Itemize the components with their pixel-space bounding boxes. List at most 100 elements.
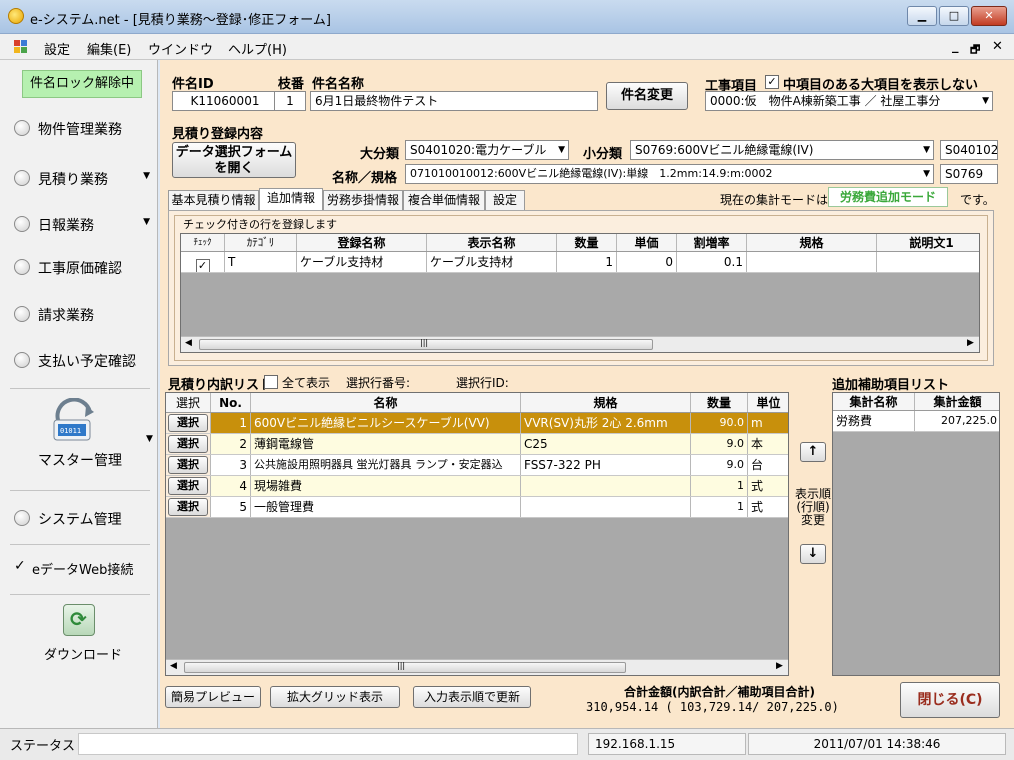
rename-button[interactable]: 件名変更 bbox=[606, 82, 688, 110]
table-row[interactable]: 選択 5 一般管理費 1 式 bbox=[166, 497, 788, 518]
order-label-line: 変更 bbox=[800, 513, 825, 527]
no-cell: 3 bbox=[211, 455, 251, 475]
table-row[interactable]: ✓ T ケーブル支持材 ケーブル支持材 1 0 0.1 bbox=[181, 252, 979, 273]
sidebar-item-label: マスター管理 bbox=[38, 453, 122, 469]
sidebar-item-master[interactable]: 01011 マスター管理 ▼ bbox=[0, 394, 158, 474]
major-category-combo[interactable]: S0401020:電力ケーブル ▼ bbox=[405, 140, 569, 160]
unit-cell: 式 bbox=[748, 497, 788, 517]
table-row[interactable]: 選択 2 薄鋼電線管 C25 9.0 本 bbox=[166, 434, 788, 455]
mdi-close-button[interactable]: ✕ bbox=[992, 39, 1003, 54]
preview-button[interactable]: 簡易プレビュー bbox=[165, 686, 261, 708]
table-row[interactable]: 選択 1 600Vビニル絶縁ビニルシースケーブル(VV) VVR(SV)丸形 2… bbox=[166, 413, 788, 434]
download-sync-icon: ⟳ bbox=[63, 604, 95, 636]
scroll-left-icon[interactable]: ◀ bbox=[170, 661, 177, 671]
row-select-button[interactable]: 選択 bbox=[168, 456, 208, 474]
branch-field[interactable]: 1 bbox=[274, 91, 306, 111]
sidebar-item-web-connect[interactable]: ✓ eデータWeb接続 bbox=[0, 548, 158, 588]
show-all-checkbox[interactable] bbox=[264, 375, 278, 389]
scroll-left-icon[interactable]: ◀ bbox=[185, 338, 192, 348]
row-check-cell[interactable]: ✓ bbox=[181, 252, 225, 272]
radio-icon bbox=[14, 170, 30, 186]
minor-code-field[interactable]: S0769 bbox=[940, 164, 998, 184]
divider bbox=[10, 388, 150, 389]
tab-settings[interactable]: 設定 bbox=[485, 190, 525, 210]
minor-category-combo[interactable]: S0769:600Vビニル絶縁電線(IV) ▼ bbox=[630, 140, 934, 160]
reorder-button[interactable]: 入力表示順で更新 bbox=[413, 686, 531, 708]
row-select-button[interactable]: 選択 bbox=[168, 414, 208, 432]
menu-help[interactable]: ヘルプ(H) bbox=[228, 39, 287, 58]
scroll-right-icon[interactable]: ▶ bbox=[776, 661, 783, 671]
sidebar-item-payment[interactable]: 支払い予定確認 bbox=[0, 340, 158, 380]
sidebar-item-billing[interactable]: 請求業務 bbox=[0, 294, 158, 334]
no-cell: 4 bbox=[211, 476, 251, 496]
desc-cell bbox=[877, 252, 979, 272]
row-select-button[interactable]: 選択 bbox=[168, 435, 208, 453]
name-field[interactable]: 6月1日最終物件テスト bbox=[310, 91, 598, 111]
menu-settings[interactable]: 設定 bbox=[44, 39, 70, 58]
hide-major-checkbox[interactable]: ✓ bbox=[765, 75, 779, 89]
qty-cell: 9.0 bbox=[691, 434, 748, 454]
sidebar-item-label: 見積り業務 bbox=[38, 172, 108, 188]
name-cell: 600Vビニル絶縁ビニルシースケーブル(VV) bbox=[251, 413, 521, 433]
aux-grid[interactable]: 集計名称 集計金額 労務費 207,225.0 bbox=[832, 392, 1000, 676]
row-select-button[interactable]: 選択 bbox=[168, 498, 208, 516]
main-panel: 件名ID K11060001 枝番 1 件名名称 6月1日最終物件テスト 件名変… bbox=[160, 60, 1014, 728]
column-header: 割増率 bbox=[677, 234, 747, 251]
tab-basic[interactable]: 基本見積り情報 bbox=[168, 190, 259, 210]
group-label: チェック付きの行を登録します bbox=[181, 216, 339, 232]
work-item-combo[interactable]: 0000:仮 物件A棟新築工事 ／ 社屋工事分 ▼ bbox=[705, 91, 993, 111]
horizontal-scrollbar[interactable]: ◀ ||| ▶ bbox=[166, 659, 788, 675]
minimize-button[interactable]: ▁ bbox=[907, 6, 937, 26]
close-button[interactable]: 閉じる(C) bbox=[900, 682, 1000, 718]
spec-combo[interactable]: 071010010012:600Vビニル絶縁電線(IV):単線 1.2mm:14… bbox=[405, 164, 934, 184]
column-header: 数量 bbox=[691, 393, 748, 412]
sidebar-item-property[interactable]: 物件管理業務 bbox=[0, 108, 158, 148]
rate-cell: 0.1 bbox=[677, 252, 747, 272]
sidebar-item-label: システム管理 bbox=[38, 512, 122, 528]
column-header: ﾁｪｯｸ bbox=[181, 234, 225, 251]
close-window-button[interactable]: ✕ bbox=[971, 6, 1007, 26]
spec-cell bbox=[747, 252, 877, 272]
sidebar-item-label: 日報業務 bbox=[38, 218, 94, 234]
additional-info-grid[interactable]: ﾁｪｯｸ ｶﾃｺﾞﾘ 登録名称 表示名称 数量 単価 割増率 規格 説明文1 ✓… bbox=[180, 233, 980, 353]
mdi-minimize-button[interactable]: _ bbox=[952, 39, 959, 54]
sidebar-item-cost-check[interactable]: 工事原価確認 bbox=[0, 247, 158, 287]
tab-composite[interactable]: 複合単価情報 bbox=[403, 190, 485, 210]
move-up-button[interactable]: ↑ bbox=[800, 442, 826, 462]
menu-window[interactable]: ウインドウ bbox=[148, 39, 213, 58]
table-row[interactable]: 選択 3 公共施設用照明器具 蛍光灯器具 ランプ・安定器込 FSS7-322 P… bbox=[166, 455, 788, 476]
major-code-field[interactable]: S0401020 bbox=[940, 140, 998, 160]
sidebar-item-download[interactable]: ⟳ ダウンロード bbox=[0, 600, 158, 666]
table-row[interactable]: 選択 4 現場雑費 1 式 bbox=[166, 476, 788, 497]
price-cell: 0 bbox=[617, 252, 677, 272]
row-select-button[interactable]: 選択 bbox=[168, 477, 208, 495]
row-checkbox[interactable]: ✓ bbox=[195, 259, 210, 272]
spec-label: 名称／規格 bbox=[332, 171, 398, 186]
tab-labor[interactable]: 労務歩掛情報 bbox=[323, 190, 403, 210]
chevron-down-icon: ▼ bbox=[982, 96, 989, 106]
sidebar-item-estimate[interactable]: 見積り業務 ▼ bbox=[0, 158, 158, 198]
menu-edit[interactable]: 編集(E) bbox=[87, 39, 131, 58]
order-change-label: 表示順 (行順) 変更 bbox=[790, 488, 836, 527]
column-header: 説明文1 bbox=[877, 234, 979, 251]
table-row[interactable]: 労務費 207,225.0 bbox=[833, 411, 999, 432]
scroll-thumb[interactable]: ||| bbox=[199, 338, 653, 350]
scroll-right-icon[interactable]: ▶ bbox=[967, 338, 974, 348]
sidebar-item-system[interactable]: システム管理 bbox=[0, 498, 158, 538]
unit-cell: 台 bbox=[748, 455, 788, 475]
scroll-thumb[interactable]: ||| bbox=[184, 661, 626, 673]
mdi-restore-button[interactable]: 🗗 bbox=[970, 41, 980, 60]
sidebar-item-daily-report[interactable]: 日報業務 ▼ bbox=[0, 204, 158, 244]
move-down-button[interactable]: ↓ bbox=[800, 544, 826, 564]
tab-additional[interactable]: 追加情報 bbox=[259, 188, 323, 211]
enlarge-grid-button[interactable]: 拡大グリッド表示 bbox=[270, 686, 400, 708]
maximize-button[interactable]: □ bbox=[939, 6, 969, 26]
id-field[interactable]: K11060001 bbox=[172, 91, 278, 111]
breakdown-grid[interactable]: 選択 No. 名称 規格 数量 単位 選択 1 600Vビニル絶縁ビニルシースケ… bbox=[165, 392, 789, 676]
column-header: No. bbox=[211, 393, 251, 412]
data-select-button[interactable]: データ選択フォーム を開く bbox=[172, 142, 296, 178]
column-header: 規格 bbox=[521, 393, 691, 412]
horizontal-scrollbar[interactable]: ◀ ||| ▶ bbox=[181, 336, 979, 352]
button-line: データ選択フォーム bbox=[175, 145, 293, 160]
qty-cell: 1 bbox=[691, 476, 748, 496]
